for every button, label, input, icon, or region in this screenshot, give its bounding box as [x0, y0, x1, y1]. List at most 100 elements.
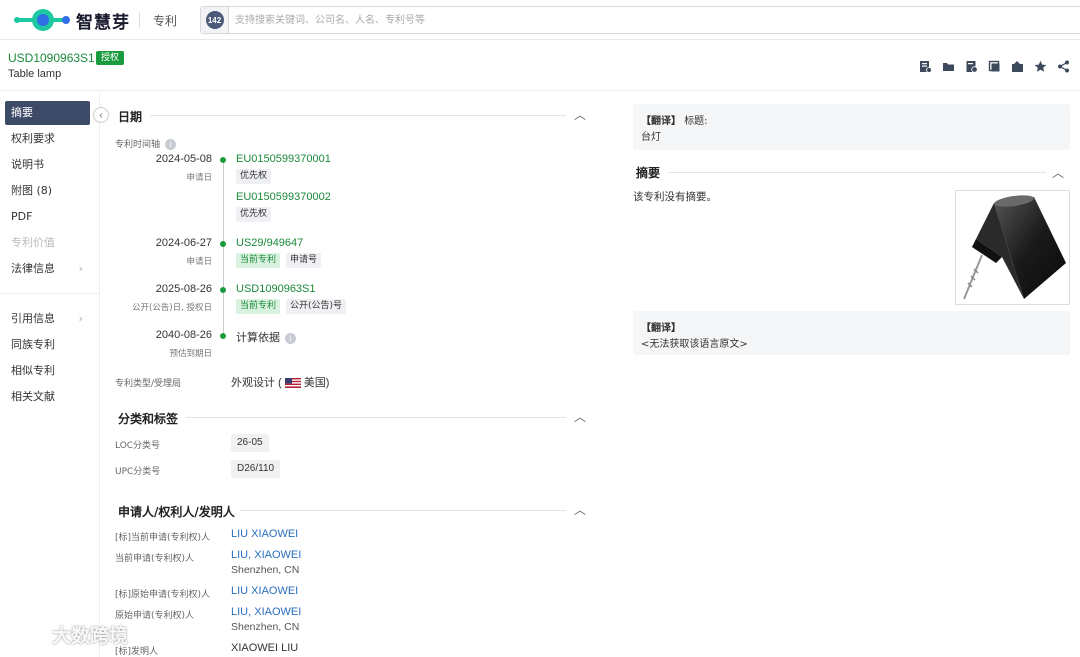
party-link[interactable]: LIU XIAOWEI [231, 528, 298, 540]
calculation-basis: 计算依据 i [236, 329, 296, 345]
party-label: [标]原始申请(专利权)人 [115, 590, 211, 600]
section-divider [186, 417, 566, 418]
event-date: 2024-06-27 [155, 237, 212, 249]
nav-divider [139, 12, 140, 28]
chevron-right-icon: › [78, 312, 83, 325]
sidebar-item-citations[interactable]: 引用信息 › [0, 306, 99, 332]
chevron-up-icon[interactable]: ︿ [574, 408, 586, 425]
priority-link[interactable]: EU0150599370001 [236, 153, 331, 165]
chevron-up-icon[interactable]: ︿ [574, 106, 586, 123]
export-icon[interactable] [1010, 59, 1024, 73]
help-icon[interactable]: i [165, 139, 177, 150]
section-title-dates: 日期 [118, 110, 143, 124]
inventor-name[interactable]: XIAOWEI LIU [231, 642, 298, 654]
translation-title-row: 【翻译】 标题: [641, 116, 708, 127]
lamp-image [963, 195, 1066, 300]
sidebar-item-value: 专利价值 [11, 236, 55, 249]
party-label: [标]当前申请(专利权)人 [115, 533, 211, 543]
sidebar-item-label: 引用信息 [11, 312, 55, 325]
chevron-up-icon[interactable]: ︿ [1052, 164, 1064, 181]
loc-label: LOC分类号 [115, 441, 161, 451]
header-actions [918, 59, 1070, 73]
add-note-icon[interactable] [918, 59, 932, 73]
chevron-up-icon[interactable]: ︿ [574, 501, 586, 518]
sidebar-item-description[interactable]: 说明书 [0, 152, 99, 178]
section-title-abstract: 摘要 [636, 166, 661, 180]
event-date: 2040-08-26 [155, 329, 212, 341]
current-patent-tag: 当前专利 [236, 299, 281, 314]
abstract-text: 该专利没有摘要。 [633, 191, 717, 203]
upc-code[interactable]: D26/110 [231, 460, 281, 478]
party-link[interactable]: LIU, XIAOWEI [231, 549, 301, 561]
sidebar-item-label: 法律信息 [11, 262, 55, 275]
patent-type-value: 外观设计 ( 美国) [231, 377, 330, 389]
sidebar-item-similar[interactable]: 相似专利 [0, 358, 99, 384]
party-link[interactable]: LIU XIAOWEI [231, 585, 298, 597]
patent-type-label: 专利类型/受理局 [115, 379, 182, 389]
us-flag-icon [284, 378, 301, 389]
event-date: 2025-08-26 [155, 283, 212, 295]
folder-icon[interactable] [941, 59, 955, 73]
abstract-translation-box: 【翻译】 <无法获取该语言原文> [633, 311, 1070, 355]
translated-title: 台灯 [641, 132, 661, 143]
right-panel: 【翻译】 标题: 台灯 摘要 ︿ 该专利没有摘要。 【翻译】 <无法获取该语言原… [600, 92, 1080, 657]
patent-header: USD1090963S1 授权 Table lamp [0, 41, 1080, 91]
sidebar-item-family[interactable]: 同族专利 [0, 332, 99, 358]
event-type: 预估到期日 [169, 349, 212, 359]
sidebar-item-abstract[interactable]: 摘要 [5, 101, 90, 125]
event-type: 申请日 [186, 257, 212, 267]
timeline-dot [220, 333, 226, 339]
translation-unavailable: <无法获取该语言原文> [641, 339, 748, 350]
priority-tag: 优先权 [236, 169, 272, 184]
party-address: Shenzhen, CN [231, 564, 300, 576]
section-divider [240, 510, 566, 511]
copy-icon[interactable] [987, 59, 1001, 73]
status-badge: 授权 [96, 51, 125, 65]
main-content: 日期 ︿ 专利时间轴 i 2024-05-08 申请日 EU01505993700… [100, 92, 600, 657]
logo-text: 智慧芽 [76, 12, 130, 33]
sidebar-item-drawings[interactable]: 附图 (8) [0, 178, 99, 204]
application-number-link[interactable]: US29/949647 [236, 237, 303, 249]
translation-tag: 【翻译】 [641, 323, 681, 334]
loc-code[interactable]: 26-05 [231, 434, 269, 452]
logo[interactable]: 智慧芽 [12, 7, 130, 33]
share-icon[interactable] [1056, 59, 1070, 73]
nav-patent[interactable]: 专利 [153, 12, 177, 29]
party-label: 原始申请(专利权)人 [115, 611, 195, 621]
sidebar-item-related[interactable]: 相关文献 [0, 384, 99, 410]
top-bar: 智慧芽 专利 142 [0, 0, 1080, 40]
upc-label: UPC分类号 [115, 467, 161, 477]
party-link[interactable]: LIU, XIAOWEI [231, 606, 301, 618]
publication-number-tag: 公开(公告)号 [286, 299, 347, 314]
watermark: 大数跨境 [8, 621, 128, 648]
pdf-icon[interactable] [964, 59, 978, 73]
section-divider [150, 115, 566, 116]
help-icon[interactable]: i [285, 332, 296, 344]
sidebar-divider [0, 293, 99, 294]
sidebar: 摘要 权利要求 说明书 附图 (8) PDF 专利价值 法律信息 › 引用信息 … [0, 92, 100, 657]
timeline-dot [220, 157, 226, 163]
sidebar-item-legal[interactable]: 法律信息 › [0, 256, 99, 282]
title-translation-box: 【翻译】 标题: 台灯 [633, 104, 1070, 150]
event-date: 2024-05-08 [155, 153, 212, 165]
sidebar-item-claims[interactable]: 权利要求 [0, 126, 99, 152]
publication-number-link[interactable]: USD1090963S1 [236, 283, 316, 295]
search-type-selector[interactable]: 142 [201, 7, 229, 33]
patent-number: USD1090963S1 [8, 51, 95, 65]
current-patent-tag: 当前专利 [236, 253, 281, 268]
event-type: 申请日 [186, 173, 212, 183]
timeline-dot [220, 241, 226, 247]
party-label: 当前申请(专利权)人 [115, 554, 195, 564]
event-type: 公开(公告)日, 授权日 [131, 303, 212, 313]
timeline-line [223, 160, 224, 335]
priority-link[interactable]: EU0150599370002 [236, 191, 331, 203]
search-bar[interactable]: 142 [200, 6, 1080, 34]
star-icon[interactable] [1033, 59, 1047, 73]
patent-title: Table lamp [8, 68, 62, 80]
party-address: Shenzhen, CN [231, 621, 300, 633]
search-input[interactable] [229, 8, 1080, 32]
sidebar-item-pdf[interactable]: PDF [0, 204, 99, 230]
watermark-logo-icon [8, 624, 48, 644]
drawing-thumbnail[interactable] [955, 190, 1070, 305]
section-title-parties: 申请人/权利人/发明人 [118, 505, 235, 519]
